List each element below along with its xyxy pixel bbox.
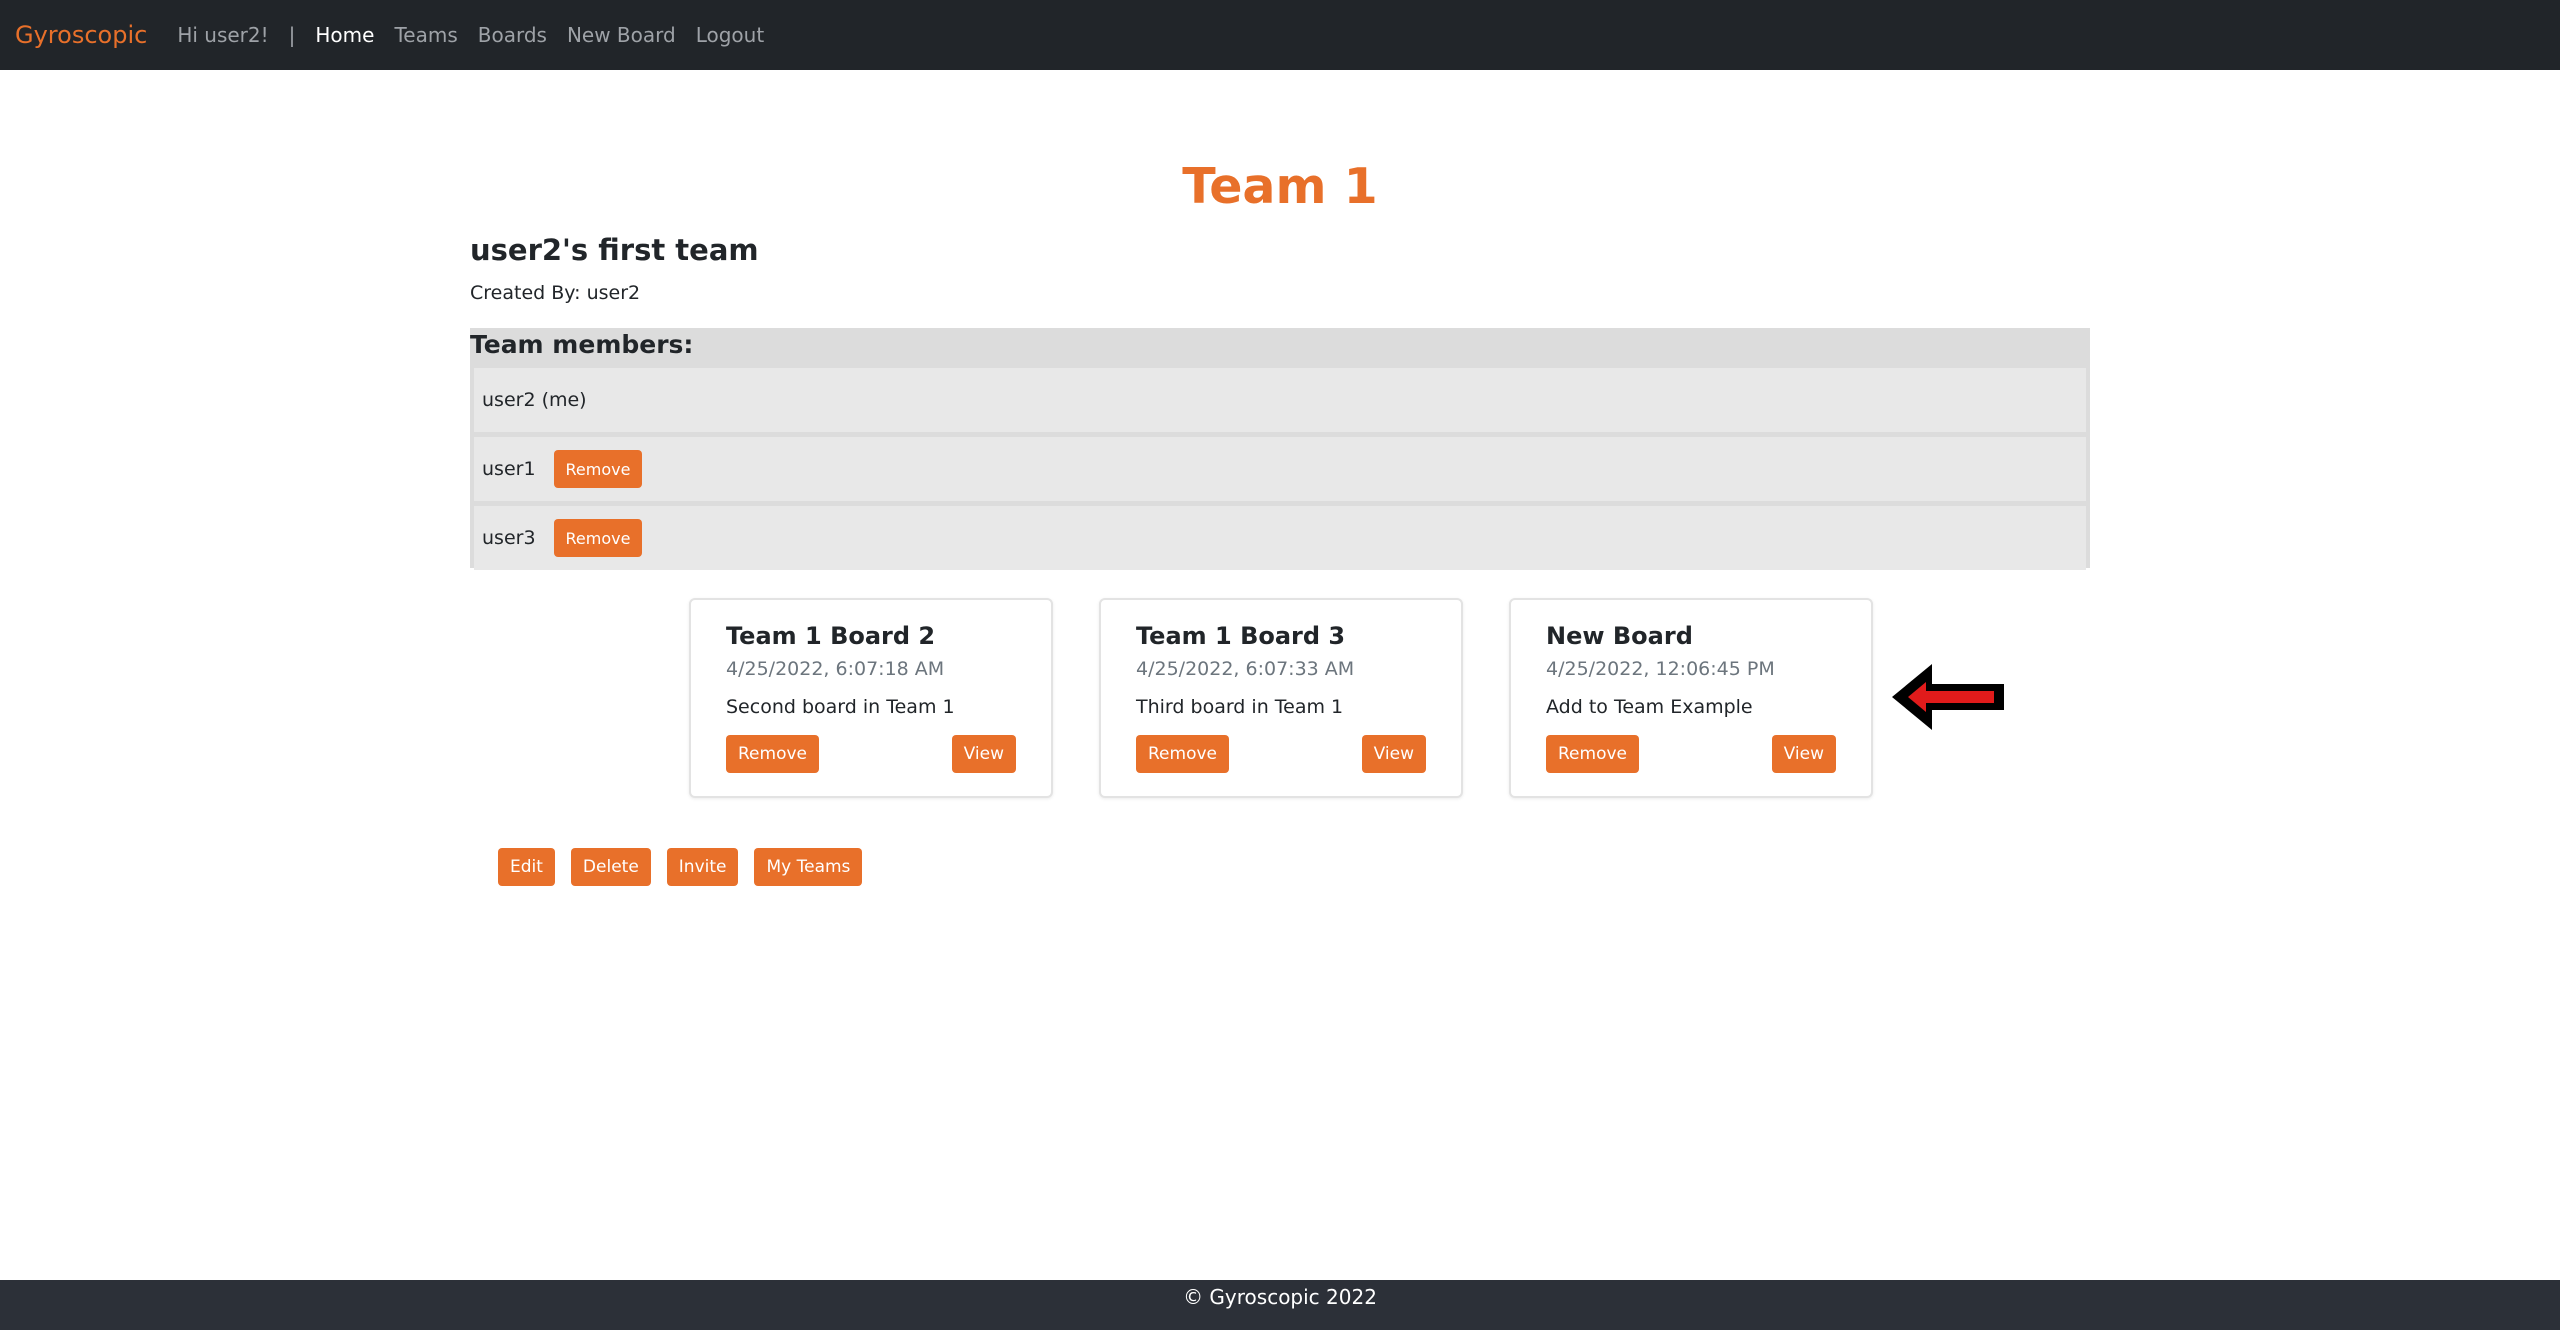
view-board-button[interactable]: View (1771, 735, 1836, 773)
board-title: New Board (1546, 622, 1693, 650)
remove-member-button[interactable]: Remove (553, 450, 643, 488)
remove-board-button[interactable]: Remove (1546, 735, 1639, 773)
footer-copyright: © Gyroscopic 2022 (1183, 1285, 1377, 1309)
member-row: user1 Remove (474, 437, 2086, 501)
invite-button[interactable]: Invite (666, 848, 739, 886)
member-name: user1 (482, 458, 536, 480)
member-row: user2 (me) (474, 368, 2086, 432)
board-title: Team 1 Board 3 (1136, 622, 1346, 650)
boards-section: Team 1 Board 2 4/25/2022, 6:07:18 AM Sec… (0, 598, 2560, 798)
board-description: Add to Team Example (1546, 696, 1753, 718)
nav-link-home[interactable]: Home (315, 23, 374, 47)
board-date: 4/25/2022, 6:07:18 AM (726, 658, 945, 680)
member-row: user3 Remove (474, 506, 2086, 570)
board-description: Third board in Team 1 (1136, 696, 1344, 718)
team-description: user2's first team (470, 233, 759, 267)
created-by-text: Created By: user2 (470, 282, 641, 304)
my-teams-button[interactable]: My Teams (754, 848, 863, 886)
board-title: Team 1 Board 2 (726, 622, 936, 650)
remove-member-button[interactable]: Remove (553, 519, 643, 557)
board-description: Second board in Team 1 (726, 696, 955, 718)
member-name: user3 (482, 527, 536, 549)
board-card: Team 1 Board 3 4/25/2022, 6:07:33 AM Thi… (1099, 598, 1463, 798)
arrow-left-icon (1892, 664, 2004, 730)
remove-board-button[interactable]: Remove (726, 735, 819, 773)
board-date: 4/25/2022, 12:06:45 PM (1546, 658, 1775, 680)
board-date: 4/25/2022, 6:07:33 AM (1136, 658, 1355, 680)
board-card: New Board 4/25/2022, 12:06:45 PM Add to … (1509, 598, 1873, 798)
remove-board-button[interactable]: Remove (1136, 735, 1229, 773)
greeting-text: Hi user2! (177, 23, 269, 47)
team-members-panel: Team members: user2 (me) user1 Remove us… (470, 328, 2090, 570)
team-actions: Edit Delete Invite My Teams (498, 848, 863, 886)
page-footer: © Gyroscopic 2022 (0, 1280, 2560, 1330)
nav-link-new-board[interactable]: New Board (567, 23, 676, 47)
team-members-heading: Team members: (470, 330, 694, 359)
board-card: Team 1 Board 2 4/25/2022, 6:07:18 AM Sec… (689, 598, 1053, 798)
nav-link-logout[interactable]: Logout (696, 23, 764, 47)
brand-logo[interactable]: Gyroscopic (15, 21, 147, 49)
nav-link-teams[interactable]: Teams (394, 23, 457, 47)
page-title: Team 1 (1182, 158, 1378, 215)
member-name: user2 (me) (482, 389, 587, 411)
edit-button[interactable]: Edit (498, 848, 555, 886)
delete-button[interactable]: Delete (570, 848, 651, 886)
view-board-button[interactable]: View (951, 735, 1016, 773)
nav-separator: | (288, 23, 296, 47)
nav-link-boards[interactable]: Boards (478, 23, 547, 47)
view-board-button[interactable]: View (1361, 735, 1426, 773)
top-navbar: Gyroscopic Hi user2! | Home Teams Boards… (0, 0, 2560, 70)
